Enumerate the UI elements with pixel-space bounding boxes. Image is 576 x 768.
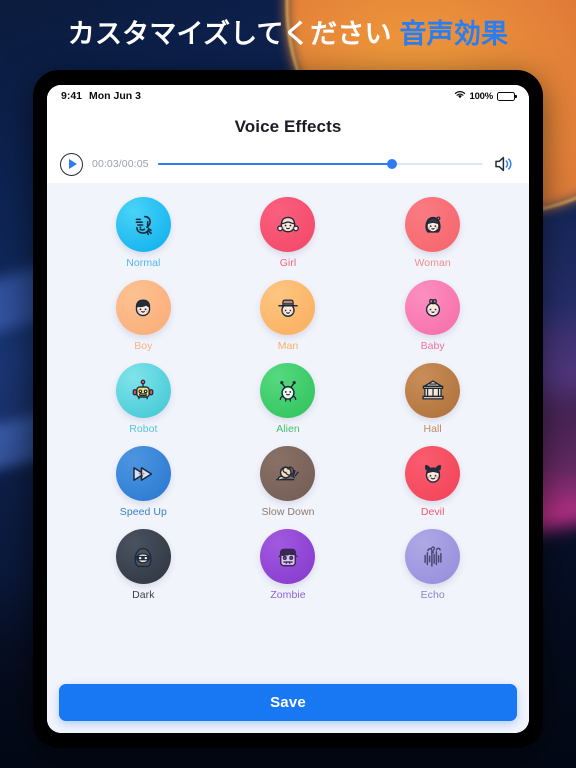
effect-item-devil[interactable]: Devil	[360, 446, 505, 518]
girl-face-icon[interactable]	[260, 197, 316, 252]
effect-label: Robot	[129, 423, 158, 435]
effects-grid: Normal Girl Woman Boy Man Baby Robot Ali…	[71, 197, 505, 601]
effect-item-speed_up[interactable]: Speed Up	[71, 446, 216, 518]
save-button[interactable]: Save	[59, 684, 517, 721]
player-time-label: 00:03/00:05	[92, 158, 149, 170]
effect-label: Devil	[420, 506, 445, 518]
effect-label: Normal	[126, 257, 161, 269]
status-date: Mon Jun 3	[89, 90, 141, 102]
echo-wave-icon[interactable]	[405, 529, 461, 584]
effect-item-echo[interactable]: Echo	[360, 529, 505, 601]
app-header: Voice Effects	[47, 107, 529, 147]
page-title: Voice Effects	[234, 117, 342, 136]
effect-label: Woman	[414, 257, 451, 269]
woman-face-icon[interactable]	[405, 197, 461, 252]
progress-track-fill	[157, 163, 392, 165]
effect-label: Zombie	[270, 589, 306, 601]
robot-head-icon[interactable]	[115, 363, 171, 418]
effect-item-man[interactable]: Man	[216, 280, 361, 352]
status-time: 9:41	[61, 90, 83, 102]
effect-item-girl[interactable]: Girl	[216, 197, 361, 269]
effect-label: Speed Up	[119, 506, 167, 518]
hall-building-icon[interactable]	[405, 363, 461, 418]
effect-label: Echo	[420, 589, 445, 601]
snail-icon[interactable]	[260, 446, 316, 501]
status-bar: 9:41 Mon Jun 3 100%	[47, 85, 529, 107]
alien-icon[interactable]	[260, 363, 316, 418]
device-screen: 9:41 Mon Jun 3 100% Voice Effects 00:03/…	[47, 85, 529, 733]
progress-slider[interactable]	[157, 158, 483, 170]
effect-item-baby[interactable]: Baby	[360, 280, 505, 352]
speaker-wave-icon[interactable]	[492, 155, 516, 173]
headline-accent-text: 音声効果	[399, 19, 509, 49]
effect-item-alien[interactable]: Alien	[216, 363, 361, 435]
battery-full-icon	[497, 91, 517, 101]
effect-item-slow_down[interactable]: Slow Down	[216, 446, 361, 518]
zombie-face-icon[interactable]	[260, 529, 316, 584]
play-circle-icon[interactable]	[60, 152, 83, 176]
effect-item-normal[interactable]: Normal	[71, 197, 216, 269]
effect-item-zombie[interactable]: Zombie	[216, 529, 361, 601]
effect-label: Alien	[276, 423, 300, 435]
play-triangle	[69, 159, 77, 169]
effect-item-dark[interactable]: Dark	[71, 529, 216, 601]
effect-item-hall[interactable]: Hall	[360, 363, 505, 435]
man-hat-face-icon[interactable]	[260, 280, 316, 335]
effect-label: Girl	[279, 257, 297, 269]
promo-headline: カスタマイズしてください 音声効果	[0, 12, 576, 51]
status-bar-left: 9:41 Mon Jun 3	[61, 90, 141, 102]
devil-face-icon[interactable]	[405, 446, 461, 501]
status-bar-right: 100%	[454, 90, 517, 102]
effect-label: Hall	[423, 423, 442, 435]
fast-forward-icon[interactable]	[115, 446, 171, 501]
ninja-face-icon[interactable]	[115, 529, 171, 584]
boy-face-icon[interactable]	[115, 280, 171, 335]
effect-label: Boy	[134, 340, 153, 352]
voice-wave-face-icon[interactable]	[115, 197, 171, 252]
audio-player-bar: 00:03/00:05	[47, 147, 529, 183]
wifi-icon	[454, 90, 466, 102]
device-frame: 9:41 Mon Jun 3 100% Voice Effects 00:03/…	[33, 70, 543, 748]
effects-scroll-area: Normal Girl Woman Boy Man Baby Robot Ali…	[47, 183, 529, 681]
baby-face-icon[interactable]	[405, 280, 461, 335]
effect-label: Man	[277, 340, 299, 352]
headline-main-text: カスタマイズしてください	[67, 19, 392, 49]
effect-item-woman[interactable]: Woman	[360, 197, 505, 269]
progress-slider-thumb[interactable]	[386, 159, 397, 169]
battery-percent-label: 100%	[469, 90, 494, 102]
effect-item-boy[interactable]: Boy	[71, 280, 216, 352]
footer-bar: Save	[47, 681, 529, 733]
effect-label: Dark	[132, 589, 155, 601]
effect-label: Slow Down	[261, 506, 315, 518]
effect-label: Baby	[420, 340, 445, 352]
effect-item-robot[interactable]: Robot	[71, 363, 216, 435]
